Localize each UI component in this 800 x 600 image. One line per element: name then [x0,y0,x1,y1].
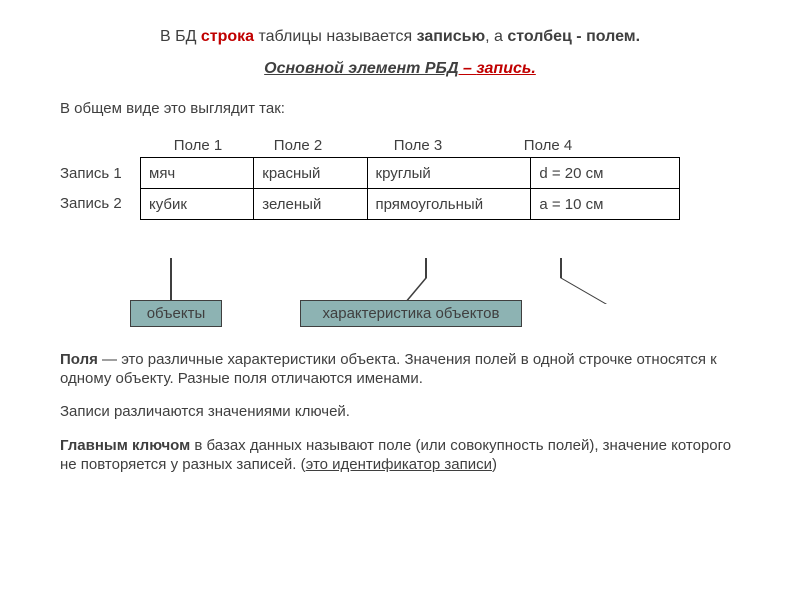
headline-stolbets: столбец - полем. [507,28,640,45]
field-label-3: Поле 3 [348,137,488,154]
headline-stroka: строка [201,28,254,45]
badge-objects: объекты [130,300,222,327]
term-main-key: Главным ключом [60,437,190,454]
paragraph-fields: Поля — это различные характеристики объе… [60,350,740,388]
paragraph-primary-key: Главным ключом в базах данных называют п… [60,436,740,474]
table-row: кубик зеленый прямоугольный a = 10 см [141,189,680,220]
subtitle-dash: – [459,60,477,77]
text: — это различные характеристики объекта. … [60,351,717,387]
cell: a = 10 см [531,189,680,220]
table-row: мяч красный круглый d = 20 см [141,158,680,189]
paragraph-keys: Записи различаются значениями ключей. [60,402,740,421]
data-table: мяч красный круглый d = 20 см кубик зеле… [140,157,680,220]
text: ) [492,456,497,473]
cell: прямоугольный [367,189,531,220]
headline-text: , а [485,28,507,45]
connector-line [560,258,562,278]
cell: d = 20 см [531,158,680,189]
subtitle-lead: Основной элемент РБД [264,60,458,77]
cell: зеленый [254,189,367,220]
intro-text: В общем виде это выглядит так: [60,100,740,117]
cell: мяч [141,158,254,189]
cell: кубик [141,189,254,220]
field-label-1: Поле 1 [148,137,248,154]
subtitle-tail: запись. [476,60,535,77]
field-label-2: Поле 2 [248,137,348,154]
badge-characteristics: характеристика объектов [300,300,522,327]
subtitle: Основной элемент РБД – запись. [60,60,740,78]
connector-line [170,258,172,304]
term-polya: Поля [60,351,98,368]
cell: круглый [367,158,531,189]
cell: красный [254,158,367,189]
identifier-note: это идентификатор записи [306,456,492,473]
headline-text: таблицы называется [254,28,417,45]
row-label-1: Запись 1 [60,159,122,189]
row-label-2: Запись 2 [60,189,122,219]
field-label-4: Поле 4 [488,137,608,154]
connector-line [560,278,607,304]
headline: В БД строка таблицы называется записью, … [60,28,740,46]
table-area: Поле 1 Поле 2 Поле 3 Поле 4 Запись 1 Зап… [80,137,740,247]
headline-text: В БД [160,28,201,45]
connector-line [425,258,427,278]
headline-zapis: записью [417,28,486,45]
